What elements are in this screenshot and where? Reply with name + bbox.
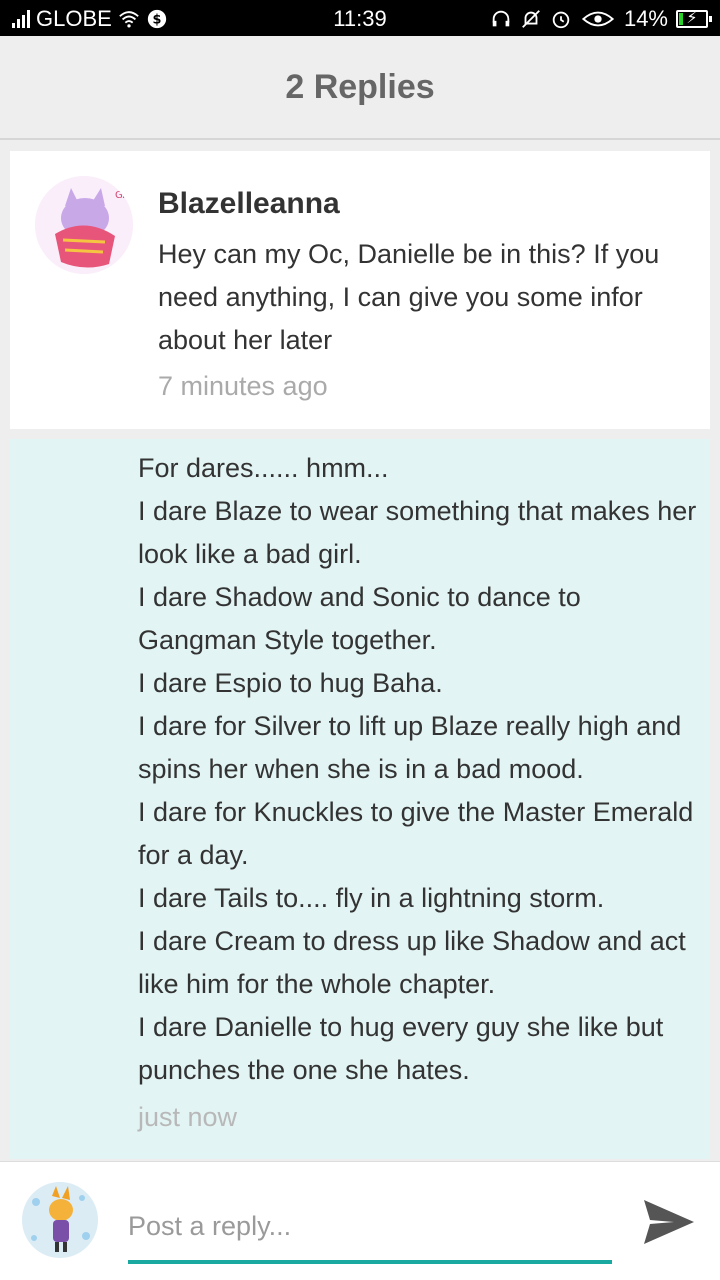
mute-bell-icon (522, 10, 540, 28)
wifi-icon (119, 11, 139, 28)
avatar-illustration: GA (35, 176, 133, 274)
reply-line: I dare Tails to.... fly in a lightning s… (138, 883, 605, 913)
reply-line: For dares...... hmm... (138, 453, 389, 483)
user-avatar-illustration (22, 1182, 98, 1258)
reply-line: I dare Espio to hug Baha. (138, 668, 443, 698)
reply-input[interactable] (128, 1192, 612, 1264)
reply-card: GA Blazelleanna Hey can my Oc, Danielle … (10, 151, 710, 429)
data-saver-icon: $ (147, 9, 166, 29)
reply-timestamp: 7 minutes ago (158, 371, 328, 401)
page-title: 2 Replies (285, 68, 435, 106)
status-bar: GLOBE $ 11:39 14% ⚡ (0, 0, 720, 36)
reply-line: I dare for Silver to lift up Blaze reall… (138, 711, 682, 784)
reply-line: I dare for Knuckles to give the Master E… (138, 797, 694, 870)
user-avatar[interactable] (22, 1182, 98, 1258)
reply-composer (0, 1161, 720, 1280)
header-bar: 2 Replies (0, 36, 720, 140)
reply-body: Hey can my Oc, Danielle be in this? If y… (158, 239, 660, 355)
reply-author[interactable]: Blazelleanna (158, 187, 340, 221)
headphones-icon (492, 10, 510, 27)
svg-text:$: $ (152, 13, 161, 28)
battery-percent: 14% (623, 6, 668, 31)
alarm-icon (552, 11, 570, 29)
eye-icon (581, 11, 615, 27)
reply-line: I dare Shadow and Sonic to dance to Gang… (138, 582, 581, 655)
own-reply-timestamp: just now (138, 1102, 238, 1132)
own-reply-body: For dares...... hmm... I dare Blaze to w… (138, 447, 698, 1092)
carrier-label: GLOBE (36, 6, 112, 31)
reply-line: I dare Cream to dress up like Shadow and… (138, 926, 686, 999)
send-icon (644, 1200, 694, 1244)
send-button[interactable] (640, 1194, 696, 1250)
reply-line: I dare Blaze to wear something that make… (138, 496, 697, 569)
avatar[interactable]: GA (35, 176, 133, 274)
own-reply-card: For dares...... hmm... I dare Blaze to w… (10, 439, 710, 1159)
svg-text:GA: GA (115, 190, 130, 201)
reply-line: I dare Danielle to hug every guy she lik… (138, 1012, 664, 1085)
signal-icon (12, 10, 30, 28)
battery-charging-icon: ⚡ (676, 10, 712, 28)
